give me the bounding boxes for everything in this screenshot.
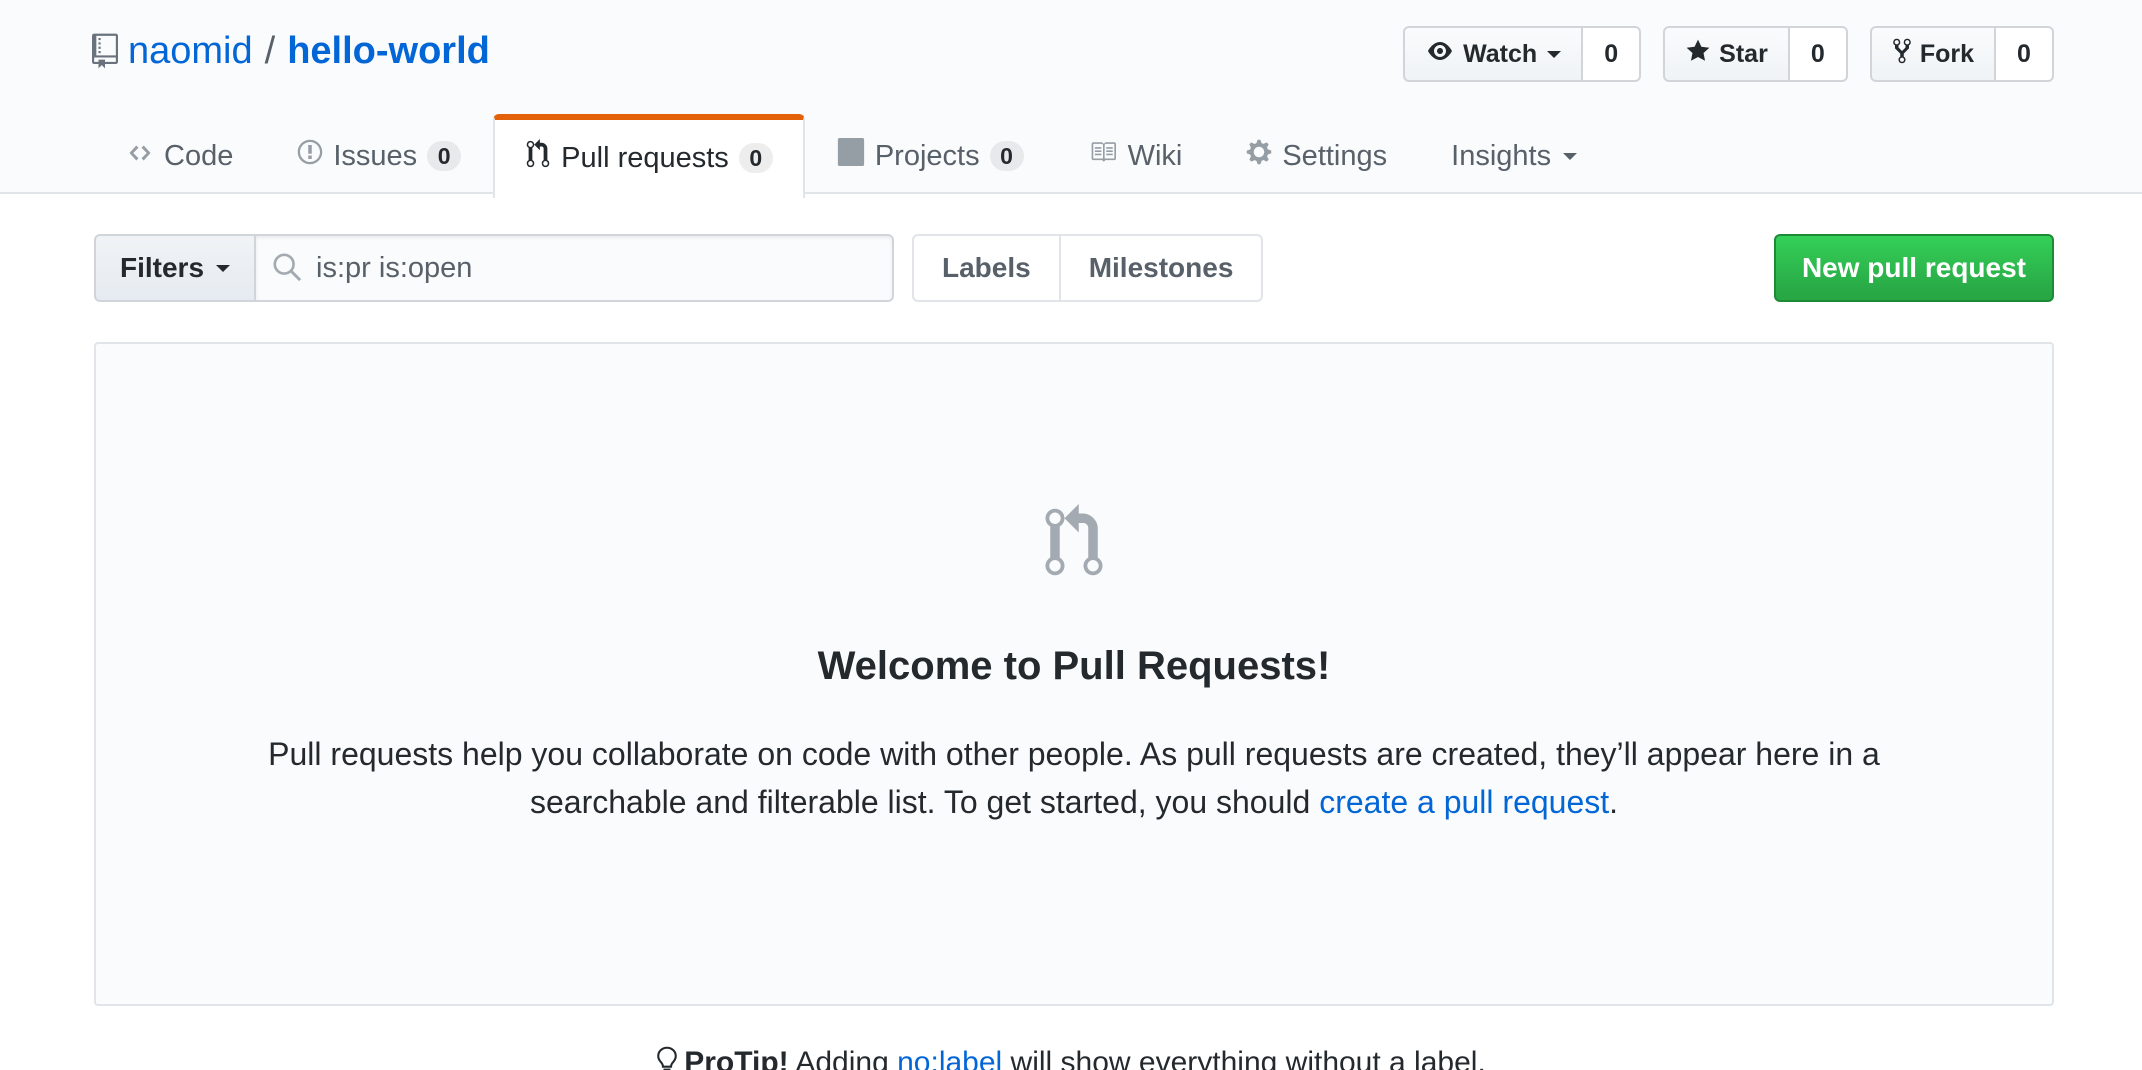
pull-request-icon xyxy=(1043,504,1105,585)
labels-link[interactable]: Labels xyxy=(912,234,1061,302)
book-icon xyxy=(1088,139,1118,173)
eye-icon xyxy=(1425,39,1455,70)
issue-icon xyxy=(297,138,323,174)
tab-settings-label: Settings xyxy=(1282,139,1388,172)
light-bulb-icon xyxy=(656,1046,678,1070)
no-label-link[interactable]: no:label xyxy=(897,1046,1002,1070)
fork-count[interactable]: 0 xyxy=(1996,26,2054,82)
chevron-down-icon xyxy=(1547,50,1562,58)
tab-pull-requests-label: Pull requests xyxy=(561,141,729,174)
fork-icon xyxy=(1892,37,1912,72)
filters-label: Filters xyxy=(120,252,205,283)
create-pull-request-link[interactable]: create a pull request xyxy=(1319,784,1609,820)
search-input[interactable] xyxy=(256,234,895,302)
protip-text-before: Adding xyxy=(788,1046,898,1070)
milestones-link[interactable]: Milestones xyxy=(1060,234,1264,302)
issues-counter: 0 xyxy=(427,141,462,171)
tab-settings[interactable]: Settings xyxy=(1214,114,1419,196)
search-icon xyxy=(272,252,302,287)
blankslate-text: Pull requests help you collaborate on co… xyxy=(196,730,1952,826)
tab-insights-label: Insights xyxy=(1451,139,1552,172)
fork-label: Fork xyxy=(1919,39,1974,68)
search-wrapper xyxy=(256,234,895,302)
tab-pull-requests[interactable]: Pull requests 0 xyxy=(493,114,805,198)
fork-button[interactable]: Fork xyxy=(1869,26,1996,82)
star-count[interactable]: 0 xyxy=(1789,26,1848,82)
repo-actions: Watch 0 Star 0 Fork 0 xyxy=(1403,26,2054,82)
blankslate-text-after: . xyxy=(1609,784,1619,820)
tab-code-label: Code xyxy=(164,139,234,172)
tab-wiki-label: Wiki xyxy=(1127,139,1183,172)
protip-prefix: ProTip! xyxy=(684,1046,789,1070)
tab-projects-label: Projects xyxy=(874,139,980,172)
tab-issues[interactable]: Issues 0 xyxy=(265,114,493,196)
filters-group: Filters xyxy=(94,234,895,302)
star-label: Star xyxy=(1719,39,1768,68)
tab-insights[interactable]: Insights xyxy=(1419,114,1609,196)
chevron-down-icon xyxy=(216,264,231,272)
watch-count[interactable]: 0 xyxy=(1583,26,1642,82)
path-separator: / xyxy=(264,30,276,72)
star-group: Star 0 xyxy=(1663,26,1848,82)
repo-title: naomid / hello-world xyxy=(92,28,490,74)
pull-request-icon xyxy=(525,139,551,177)
repo-header: naomid / hello-world Watch 0 Star 0 Fork… xyxy=(0,0,2142,198)
repo-icon xyxy=(92,33,118,69)
tab-wiki[interactable]: Wiki xyxy=(1056,114,1215,196)
tab-issues-label: Issues xyxy=(333,139,418,172)
filters-button[interactable]: Filters xyxy=(94,234,257,302)
watch-group: Watch 0 xyxy=(1403,26,1642,82)
blankslate: Welcome to Pull Requests! Pull requests … xyxy=(94,342,2054,1006)
star-icon xyxy=(1685,38,1711,71)
labels-milestones-group: Labels Milestones xyxy=(912,234,1264,302)
watch-button[interactable]: Watch xyxy=(1403,26,1584,82)
repo-name-link[interactable]: hello-world xyxy=(287,28,490,74)
watch-label: Watch xyxy=(1463,39,1538,68)
star-button[interactable]: Star xyxy=(1663,26,1790,82)
tab-projects[interactable]: Projects 0 xyxy=(805,114,1056,196)
blankslate-title: Welcome to Pull Requests! xyxy=(817,644,1331,688)
fork-group: Fork 0 xyxy=(1869,26,2054,82)
blankslate-text-before: Pull requests help you collaborate on co… xyxy=(268,736,1880,820)
tab-code[interactable]: Code xyxy=(94,114,265,196)
repo-owner-link[interactable]: naomid xyxy=(128,28,253,74)
new-pull-request-button[interactable]: New pull request xyxy=(1773,234,2054,302)
repo-nav: Code Issues 0 Pull requests 0 Projects 0 xyxy=(94,114,1609,198)
protip: ProTip! Adding no:label will show everyt… xyxy=(0,1046,2142,1070)
project-icon xyxy=(837,138,865,174)
protip-text-after: will show everything without a label. xyxy=(1002,1046,1486,1070)
code-icon xyxy=(126,140,154,173)
subnav: Filters Labels Milestones New pull reque… xyxy=(94,234,2054,302)
projects-counter: 0 xyxy=(989,141,1024,171)
gear-icon xyxy=(1246,138,1272,174)
pull-requests-counter: 0 xyxy=(738,143,773,173)
chevron-down-icon xyxy=(1563,152,1578,160)
